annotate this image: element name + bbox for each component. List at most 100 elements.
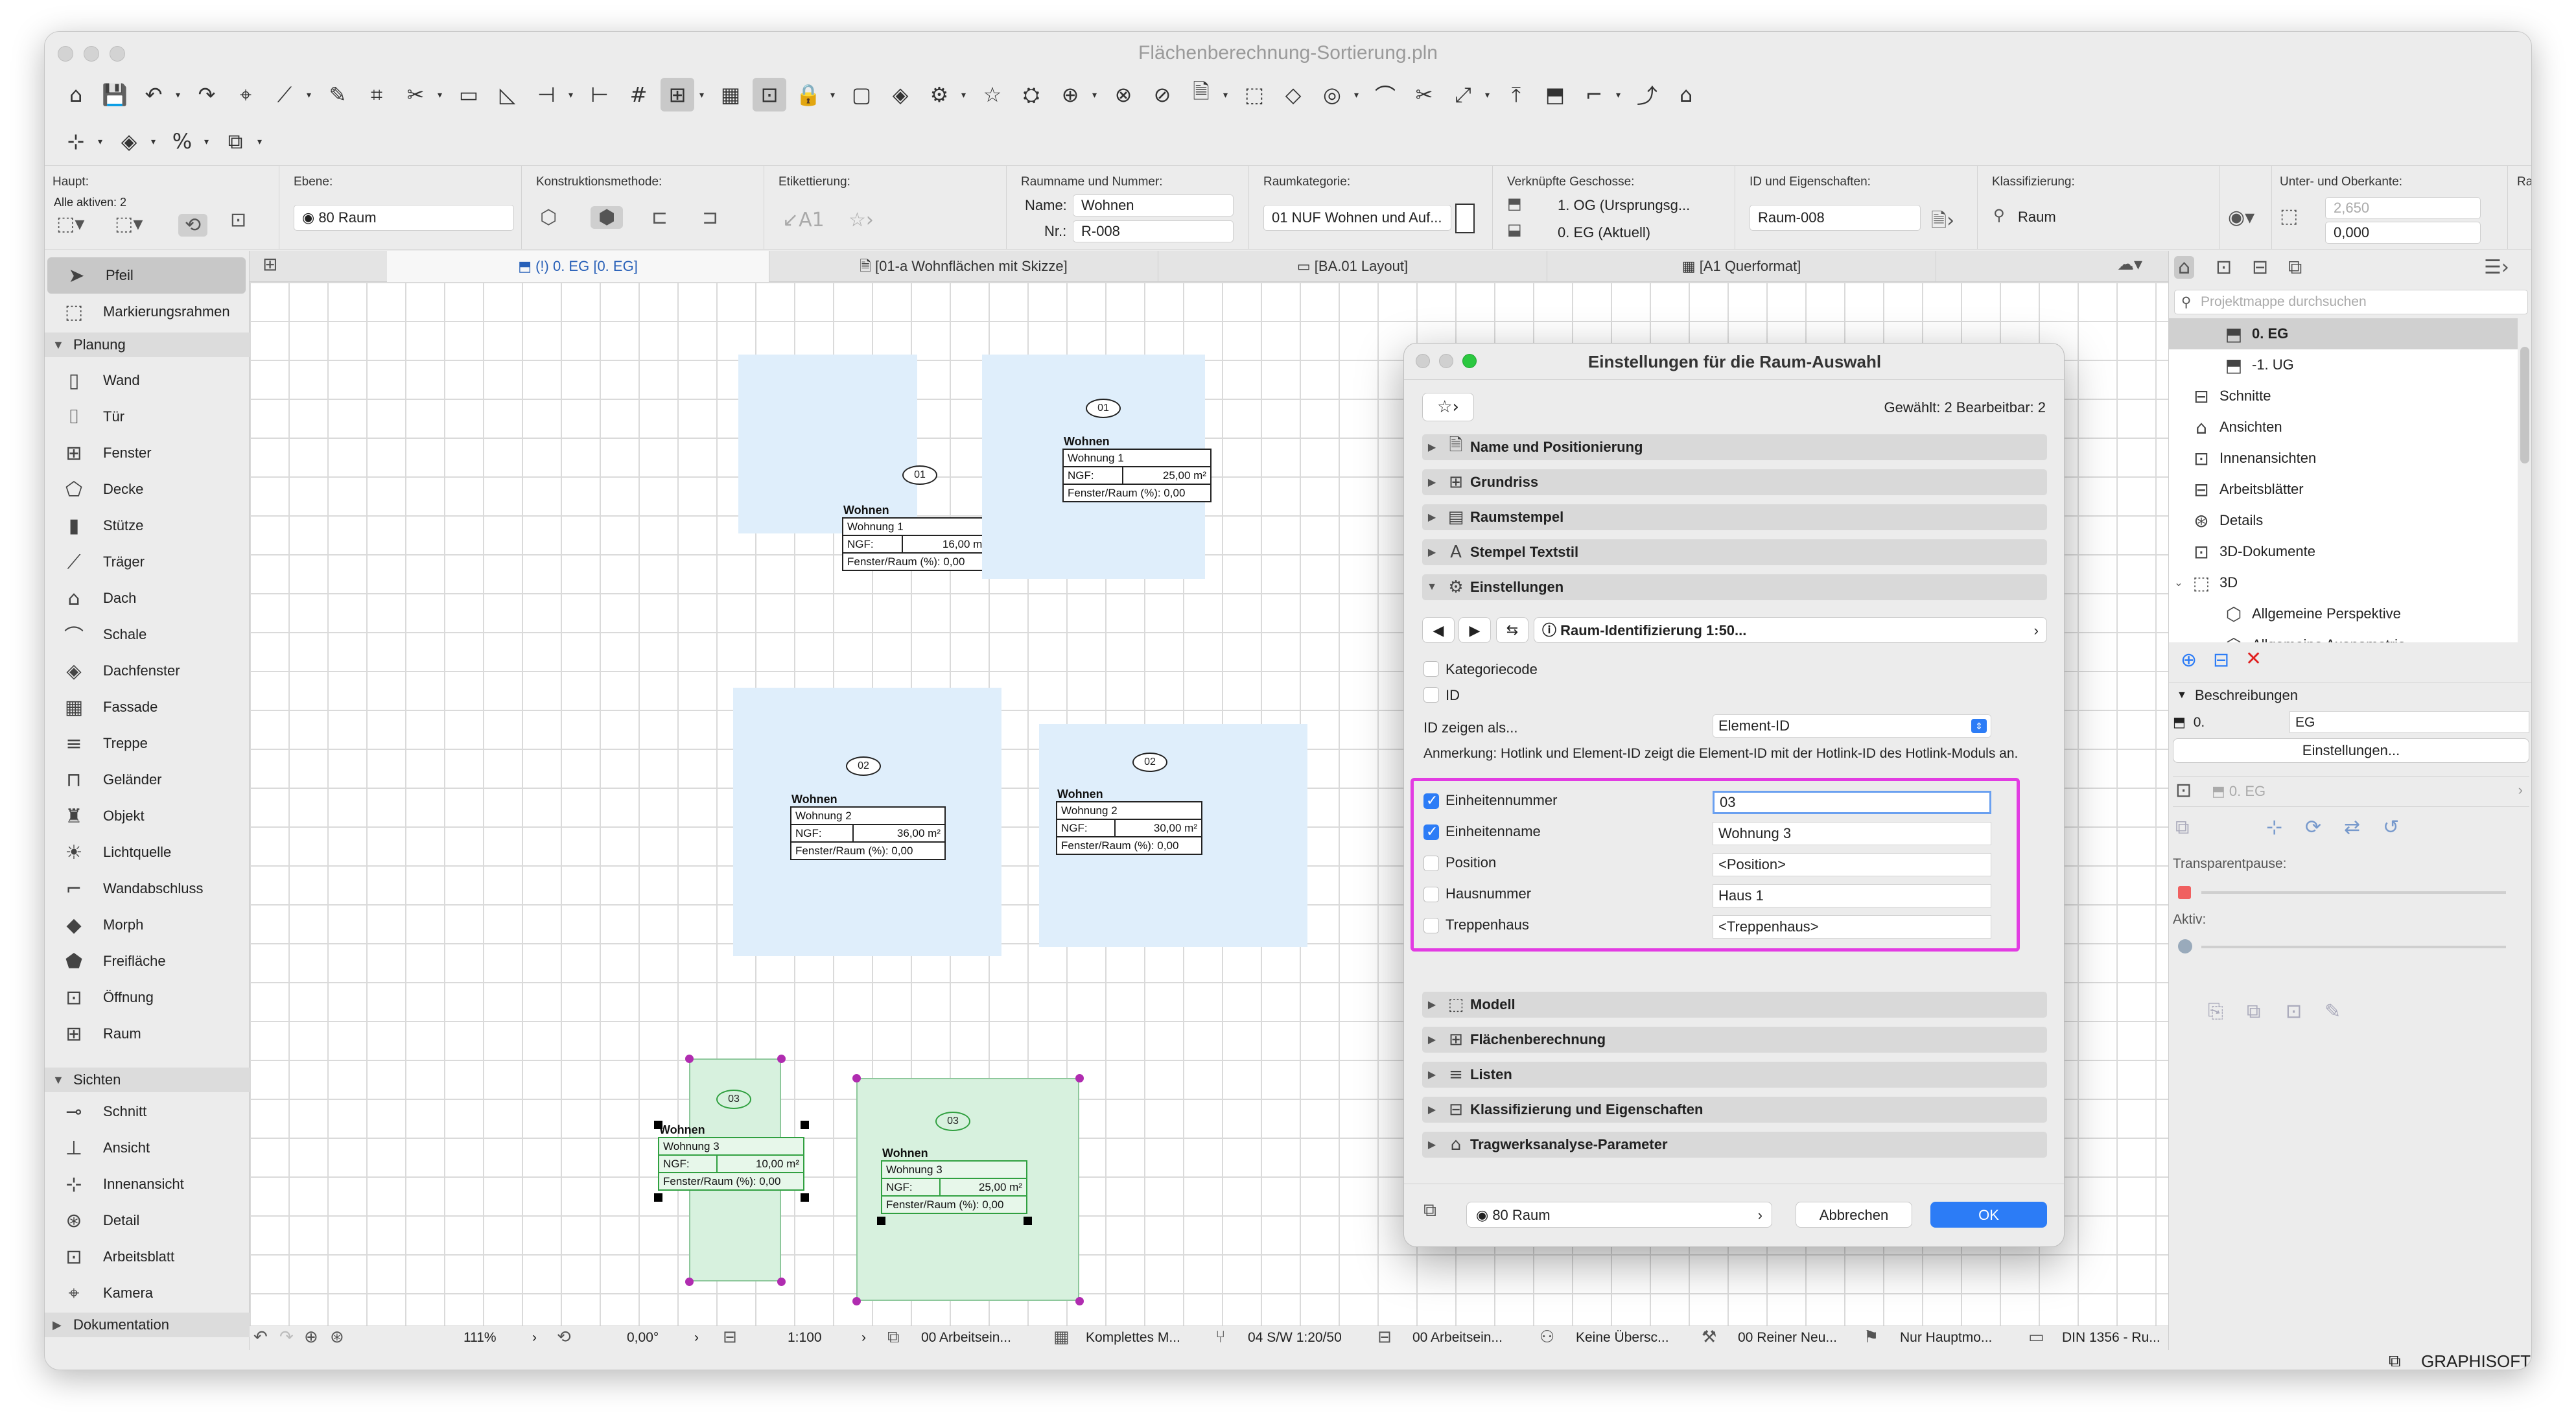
dialog-section[interactable]: ▶ ⊞ Grundriss (1422, 469, 2047, 495)
toolbar-button-icon[interactable]: ↶ (137, 78, 170, 111)
tool-geländer[interactable]: ⊓ Geländer (45, 762, 250, 798)
current-story-row[interactable]: ⊡ ⬒ 0. EG › (2173, 776, 2529, 807)
stamp-handle[interactable] (877, 1217, 885, 1225)
toolbar-button-icon[interactable]: ◈ (884, 78, 917, 111)
prev-stamp-button[interactable]: ◀ (1422, 617, 1455, 643)
tree-item[interactable]: ⌂ Ansichten (2169, 412, 2518, 443)
project-map-icon[interactable]: ⌂ (2174, 256, 2195, 279)
chevron-down-icon[interactable]: ▾ (257, 136, 266, 147)
tab-layout[interactable]: ▭ [BA.01 Layout] (1158, 251, 1547, 282)
tab-overview-icon[interactable]: ⊞ (263, 253, 277, 275)
tool-öffnung[interactable]: ⊡ Öffnung (45, 979, 250, 1016)
toolbar-button-icon[interactable]: ☆ (976, 78, 1009, 111)
toolbar-button-icon[interactable]: ⊘ (1145, 78, 1179, 111)
active-color-swatch[interactable] (2178, 939, 2192, 953)
stamp-handle[interactable] (801, 1193, 809, 1202)
toolbar-button-icon[interactable]: 💾 (98, 78, 132, 111)
field-value[interactable]: <Treppenhaus> (1713, 915, 1991, 939)
view-map-icon[interactable]: ⊡ (2216, 256, 2232, 279)
trace-swap-icon[interactable]: ⇄ (2344, 816, 2360, 839)
toolbar-button-icon[interactable]: ⊢ (583, 78, 616, 111)
toolbar-button-icon[interactable]: ⊗ (1107, 78, 1140, 111)
rot-rect-method-icon[interactable]: ⊐ (702, 206, 718, 229)
tool-dachfenster[interactable]: ◈ Dachfenster (45, 653, 250, 689)
stamp-browse-icon[interactable]: ⇆ (1496, 617, 1528, 643)
chevron-right-icon[interactable]: › (694, 1330, 699, 1346)
overlay-icon[interactable]: ⊡ (2286, 1000, 2302, 1023)
graphic-override[interactable]: Keine Übersc... (1576, 1330, 1669, 1346)
room-id-stamp[interactable]: 02 (846, 756, 881, 776)
toolbar-button-icon[interactable]: ◎ (1315, 78, 1349, 111)
stamp-handle[interactable] (654, 1193, 662, 1202)
selection-handle[interactable] (852, 1297, 861, 1305)
toolbar-button-icon[interactable]: ↷ (190, 78, 224, 111)
toolbar-button-icon[interactable]: ◈ (112, 124, 146, 158)
chevron-down-icon[interactable]: ▾ (1616, 89, 1625, 100)
close-window-button[interactable] (58, 46, 73, 62)
trace-color-swatch[interactable] (2178, 886, 2191, 899)
einstellungen-button[interactable]: Einstellungen... (2173, 738, 2529, 763)
scale-value[interactable]: 1:100 (788, 1330, 822, 1346)
room-stamp[interactable]: Wohnen Wohnung 2 NGF: 30,00 m² Fenster/Ra… (1055, 788, 1202, 855)
toolbar-button-icon[interactable]: ⬚ (1237, 78, 1271, 111)
field-checkbox[interactable] (1423, 824, 1439, 840)
chevron-down-icon[interactable]: ▾ (1354, 89, 1363, 100)
stamp-select[interactable]: ⓘ Raum-Identifizierung 1:50... › (1534, 617, 2047, 643)
tool-ansicht[interactable]: ⊥ Ansicht (45, 1130, 250, 1166)
zoom-window-button[interactable] (110, 46, 125, 62)
selection-handle[interactable] (685, 1278, 694, 1286)
toolbar-button-icon[interactable]: ◺ (491, 78, 524, 111)
zoom-fit-icon[interactable]: ⊛ (330, 1327, 344, 1347)
rotate-icon[interactable]: ⟲ (557, 1327, 571, 1347)
chevron-down-icon[interactable]: ▾ (830, 89, 839, 100)
tool-raum[interactable]: ⊞ Raum (45, 1016, 250, 1052)
dialog-section[interactable]: ▶ ⊟ Klassifizierung und Eigenschaften (1422, 1097, 2047, 1123)
tree-item[interactable]: ⊟ Arbeitsblätter (2169, 474, 2518, 505)
dialog-close-button[interactable] (1416, 354, 1430, 368)
toolbar-button-icon[interactable]: % (165, 124, 199, 158)
toolbar-button-icon[interactable]: ⚙ (922, 78, 956, 111)
id-checkbox[interactable] (1423, 687, 1439, 703)
selection-handle[interactable] (777, 1278, 786, 1286)
tool-lichtquelle[interactable]: ☀ Lichtquelle (45, 834, 250, 871)
transparency-slider[interactable] (2201, 891, 2506, 894)
disclosure-open-icon[interactable]: ⌄ (2169, 576, 2188, 589)
chevron-down-icon[interactable]: ▾ (151, 136, 160, 147)
ober-field[interactable]: 2,650 (2325, 197, 2481, 219)
room-stamp-selected[interactable]: Wohnen Wohnung 3 NGF: 10,00 m² Fenster/Ra… (657, 1123, 804, 1191)
add-view-icon[interactable]: ⊕ (2181, 649, 2197, 672)
chevron-down-icon[interactable]: ▾ (1092, 89, 1101, 100)
trace-icon[interactable]: ⧉ (2175, 816, 2189, 839)
toolbar-button-icon[interactable]: ⟋ (268, 78, 301, 111)
room-stamp[interactable]: Wohnen Wohnung 2 NGF: 36,00 m² Fenster/Ra… (790, 793, 946, 860)
structure-display[interactable]: Nur Hauptmo... (1900, 1330, 1992, 1346)
section-dokumentation[interactable]: ▶ Dokumentation (45, 1313, 250, 1337)
tree-item[interactable]: ⌄ ⬚ 3D (2169, 567, 2518, 598)
dialog-section[interactable]: ▶ ⊞ Flächenberechnung (1422, 1027, 2047, 1053)
toolbar-button-icon[interactable]: ⊡ (753, 78, 786, 111)
id-field[interactable]: Raum-008 (1750, 205, 1921, 231)
window-icon[interactable]: ⧉ (2389, 1351, 2401, 1370)
redo-zoom-icon[interactable]: ↷ (279, 1327, 294, 1347)
pen-set[interactable]: 04 S/W 1:20/50 (1248, 1330, 1342, 1346)
chevron-down-icon[interactable]: ▾ (699, 89, 708, 100)
dialog-section[interactable]: ▶ ⌂ Tragwerksanalyse-Parameter (1422, 1132, 2047, 1158)
tab-querformat[interactable]: ▦ [A1 Querformat] (1547, 251, 1936, 282)
toolbar-button-icon[interactable]: 🗎 (1184, 78, 1218, 111)
selection-handle[interactable] (852, 1074, 861, 1082)
zoom-level[interactable]: 111% (463, 1330, 497, 1346)
chevron-down-icon[interactable]: ▾ (438, 89, 447, 100)
dialog-section[interactable]: ▶ 🗎 Name und Positionierung (1422, 434, 2047, 460)
tool-wand[interactable]: ▯ Wand (45, 362, 250, 399)
settings-dialog-icon[interactable]: ⊡ (230, 209, 246, 231)
selection-icon[interactable]: ⬚▾ (56, 213, 84, 235)
publisher-icon[interactable]: ⧉ (2288, 256, 2302, 279)
zoom-in-icon[interactable]: ⊕ (304, 1327, 318, 1347)
room-id-stamp[interactable]: 03 (716, 1090, 751, 1109)
undo-zoom-icon[interactable]: ↶ (253, 1327, 268, 1347)
tree-item[interactable]: ⊡ 3D-Dokumente (2169, 536, 2518, 567)
klassifizierung-value[interactable]: Raum (2018, 209, 2056, 226)
toolbar-button-icon[interactable]: ⌂ (59, 78, 93, 111)
tool-fassade[interactable]: ▦ Fassade (45, 689, 250, 725)
beschreibungen-section[interactable]: ▼ Beschreibungen (2169, 683, 2531, 707)
